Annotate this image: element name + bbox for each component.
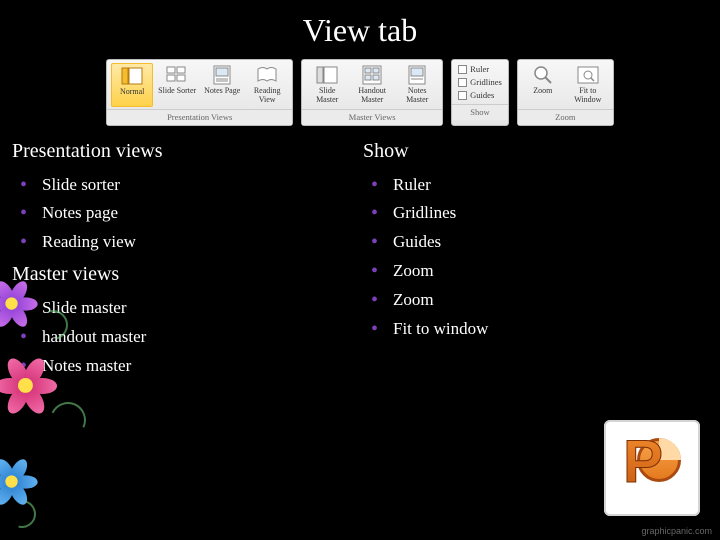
ribbon-group-presentation-views: Normal Slide Sorter Notes Page Reading V… (106, 59, 293, 126)
left-column: Presentation views Slide sorter Notes pa… (12, 140, 357, 381)
ribbon-btn-normal[interactable]: Normal (111, 63, 153, 107)
ribbon-btn-label: Slide Master (307, 87, 347, 105)
ribbon-check-label: Guides (470, 90, 494, 100)
list-item: Zoom (371, 286, 708, 315)
list-item: handout master (20, 323, 357, 352)
ribbon-btn-fit-window[interactable]: Fit to Window (567, 63, 609, 107)
list-item: Notes page (20, 199, 357, 228)
ribbon-check-label: Gridlines (470, 77, 502, 87)
slide-master-icon (314, 65, 340, 85)
normal-view-icon (119, 66, 145, 86)
section-heading: Show (363, 140, 708, 163)
slide-title: View tab (0, 0, 720, 59)
ribbon-btn-zoom[interactable]: Zoom (522, 63, 564, 107)
ribbon-btn-handout-master[interactable]: Handout Master (351, 63, 393, 107)
ribbon-group-label: Master Views (302, 109, 442, 125)
bullet-list: Slide master handout master Notes master (12, 294, 357, 381)
ribbon-check-label: Ruler (470, 64, 489, 74)
ribbon-btn-label: Fit to Window (568, 87, 608, 105)
right-column: Show Ruler Gridlines Guides Zoom Zoom Fi… (357, 140, 708, 381)
ribbon-group-label: Show (452, 104, 508, 120)
ribbon-btn-slide-master[interactable]: Slide Master (306, 63, 348, 107)
ribbon-btn-label: Zoom (533, 87, 552, 96)
bullet-list: Slide sorter Notes page Reading view (12, 171, 357, 258)
notes-master-icon (404, 65, 430, 85)
list-item: Zoom (371, 257, 708, 286)
ribbon-strip: Normal Slide Sorter Notes Page Reading V… (14, 59, 706, 126)
reading-view-icon (254, 65, 280, 85)
ribbon-group-label: Presentation Views (107, 109, 292, 125)
list-item: Gridlines (371, 199, 708, 228)
powerpoint-logo-icon: P (604, 420, 700, 516)
ribbon-btn-label: Notes Master (397, 87, 437, 105)
ribbon-btn-label: Handout Master (352, 87, 392, 105)
section-heading: Presentation views (12, 140, 357, 163)
checkbox-icon (458, 65, 467, 74)
checkbox-icon (458, 78, 467, 87)
ribbon-check-gridlines[interactable]: Gridlines (458, 77, 502, 87)
ribbon-btn-label: Notes Page (204, 87, 240, 96)
list-item: Fit to window (371, 315, 708, 344)
ribbon-check-ruler[interactable]: Ruler (458, 64, 502, 74)
ribbon-btn-label: Slide Sorter (158, 87, 196, 96)
list-item: Notes master (20, 352, 357, 381)
ribbon-btn-notes-master[interactable]: Notes Master (396, 63, 438, 107)
ribbon-btn-slide-sorter[interactable]: Slide Sorter (156, 63, 198, 107)
ribbon-group-zoom: Zoom Fit to Window Zoom (517, 59, 614, 126)
list-item: Ruler (371, 171, 708, 200)
ribbon-btn-notes-page[interactable]: Notes Page (201, 63, 243, 107)
handout-master-icon (359, 65, 385, 85)
ribbon-btn-label: Normal (120, 88, 144, 97)
watermark-text: graphicpanic.com (641, 526, 712, 536)
list-item: Slide master (20, 294, 357, 323)
ribbon-group-show: Ruler Gridlines Guides Show (451, 59, 509, 126)
vine-decoration-icon (45, 397, 91, 443)
ribbon-check-guides[interactable]: Guides (458, 90, 502, 100)
bullet-list: Ruler Gridlines Guides Zoom Zoom Fit to … (363, 171, 708, 344)
list-item: Reading view (20, 228, 357, 257)
notes-page-icon (209, 65, 235, 85)
ribbon-btn-reading-view[interactable]: Reading View (246, 63, 288, 107)
vine-decoration-icon (3, 495, 41, 533)
slide-body: Presentation views Slide sorter Notes pa… (0, 140, 720, 381)
slide-sorter-icon (164, 65, 190, 85)
ribbon-group-master-views: Slide Master Handout Master Notes Master… (301, 59, 443, 126)
ribbon-group-label: Zoom (518, 109, 613, 125)
zoom-icon (530, 65, 556, 85)
list-item: Slide sorter (20, 171, 357, 200)
ribbon-btn-label: Reading View (247, 87, 287, 105)
section-heading: Master views (12, 263, 357, 286)
fit-window-icon (575, 65, 601, 85)
list-item: Guides (371, 228, 708, 257)
checkbox-icon (458, 91, 467, 100)
